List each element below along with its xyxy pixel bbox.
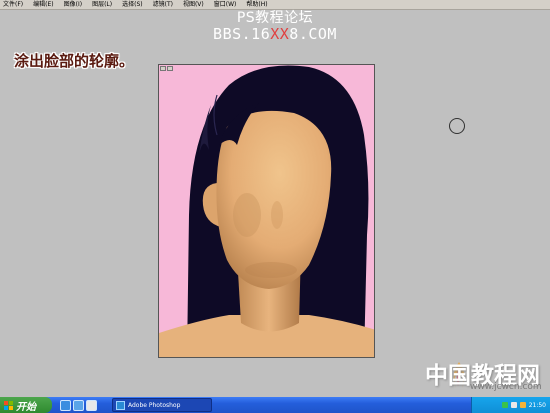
brush-cursor-icon [449, 118, 465, 134]
taskbar-button-label: Adobe Photoshop [128, 401, 181, 409]
watermark-site-mid: XX [270, 25, 290, 43]
tray-network-icon[interactable] [501, 402, 508, 408]
taskbar-button-photoshop[interactable]: Adobe Photoshop [112, 398, 212, 412]
site-logo-url: www.jcwcn.com [470, 382, 542, 392]
start-button[interactable]: 开始 [0, 397, 52, 413]
watermark-site-suffix: 8.COM [289, 25, 337, 43]
document-window-controls [160, 66, 173, 71]
watermark-title: PS教程论坛 [236, 10, 314, 26]
quicklaunch-desktop-icon[interactable] [73, 400, 84, 411]
instruction-caption: 涂出脸部的轮廓。 [14, 52, 135, 70]
tray-app-icon[interactable] [519, 402, 526, 408]
system-tray: 21:50 [471, 397, 550, 413]
nose-shading [271, 201, 283, 229]
quicklaunch-media-icon[interactable] [86, 400, 97, 411]
canvas-artwork[interactable] [159, 65, 375, 358]
watermark-site-prefix: BBS.16 [213, 25, 271, 43]
start-label: 开始 [16, 401, 36, 413]
quicklaunch-browser-icon[interactable] [60, 400, 71, 411]
document-window[interactable] [158, 64, 375, 358]
minimize-icon[interactable] [160, 66, 166, 71]
cheek-shading [233, 193, 261, 237]
windows-logo-icon [4, 400, 13, 410]
watermark-site: BBS.16XX8.COM [0, 25, 550, 43]
clock: 21:50 [528, 401, 546, 409]
tray-volume-icon[interactable] [510, 402, 517, 408]
photoshop-icon [116, 400, 125, 410]
chin-shading [245, 262, 297, 278]
maximize-icon[interactable] [167, 66, 173, 71]
taskbar: 开始 Adobe Photoshop 21:50 [0, 397, 550, 413]
